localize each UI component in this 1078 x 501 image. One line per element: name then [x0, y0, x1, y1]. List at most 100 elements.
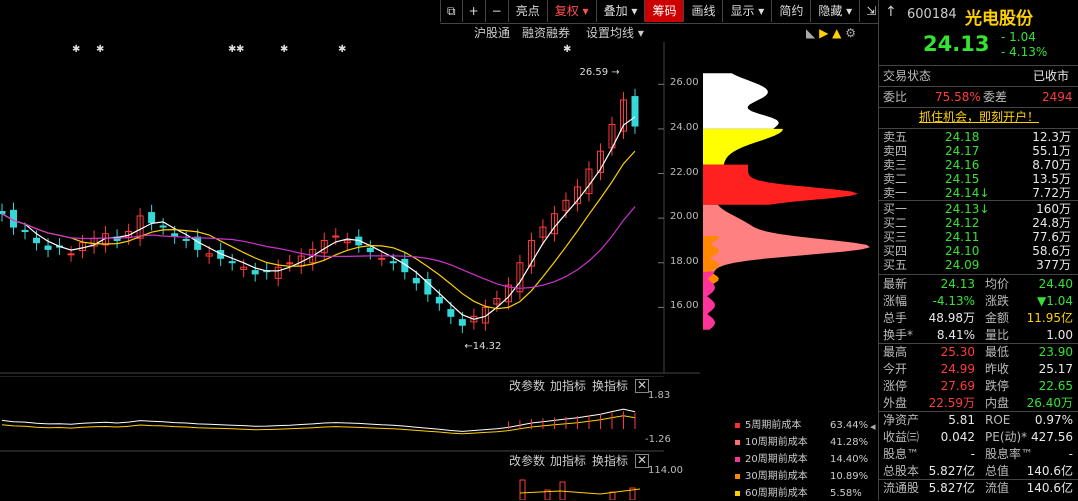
sell-level[interactable]: 卖五 24.18 12.3万 [879, 130, 1078, 144]
stat-row: 换手* 8.41% 量比 1.00 [879, 327, 1078, 344]
toolbar-chips-button[interactable]: 筹码 [644, 0, 684, 22]
stat-label: 昨收 [985, 362, 1010, 376]
chip-band-yellow [703, 128, 783, 165]
sell-level[interactable]: 卖一 24.14↓ 7.72万 [879, 186, 1078, 200]
order-level-label: 买三 [883, 230, 908, 244]
flag-icon[interactable]: ▶ [819, 26, 828, 40]
stat-value: 26.40万 [1026, 396, 1073, 410]
layers-icon[interactable]: ▲ [832, 26, 841, 40]
trade-status-label: 交易状态 [883, 69, 932, 83]
stat-value: 5.827亿 [928, 481, 975, 495]
stat-label: 股息率™ [985, 447, 1034, 461]
event-marker-icon: ✱ [236, 44, 244, 55]
sell-level[interactable]: 卖三 24.16 8.70万 [879, 158, 1078, 172]
stat-value: - [1068, 447, 1073, 461]
toolbar-simple-button[interactable]: 简约 [771, 0, 810, 22]
indicator2-add[interactable]: 加指标 [550, 452, 586, 470]
order-price: 24.16 [945, 158, 980, 172]
candle [573, 179, 581, 212]
toolbar-draw-button[interactable]: 画线 [683, 0, 722, 22]
stat-label: 量比 [985, 328, 1010, 342]
stat-row: 总股本 5.827亿 总值 140.6亿 [879, 463, 1078, 480]
price-tick-label: 16.00 [670, 300, 699, 312]
order-level-label: 买四 [883, 244, 908, 258]
stat-label: 今开 [883, 362, 908, 376]
indicator-chart[interactable] [0, 395, 664, 500]
candle [251, 262, 259, 282]
indicator1-add[interactable]: 加指标 [550, 377, 586, 395]
order-price: 24.09 [945, 258, 980, 272]
stat-label: 内盘 [985, 396, 1010, 410]
stat-value: 140.6亿 [1026, 481, 1073, 495]
hk-connect-link[interactable]: 沪股通 [474, 24, 510, 42]
chip-legend-item: 5周期前成本 63.44% [735, 419, 868, 433]
indicator1-switch[interactable]: 换指标 [592, 377, 628, 395]
stat-value: 0.042 [940, 430, 975, 444]
chip-band-pink [703, 204, 870, 272]
buy-level[interactable]: 买三 24.11 77.6万 [879, 230, 1078, 244]
volume-bar [519, 479, 526, 500]
buy-level[interactable]: 买五 24.09 377万 [879, 258, 1078, 272]
chip-tool-icons[interactable]: ◣ ▶ ▲ ⚙ [806, 24, 856, 42]
weicha-value: 2494 [1042, 90, 1073, 104]
stat-label: 总手 [883, 311, 908, 325]
indicator-line [1, 415, 636, 435]
minus-icon[interactable]: − [484, 0, 508, 22]
order-volume: 7.72万 [1032, 186, 1071, 200]
gear-icon[interactable]: ⚙ [845, 26, 856, 40]
toolbar-display-button[interactable]: 显示 ▾ [722, 0, 771, 22]
stat-row: 涨停 27.69 跌停 22.65 [879, 378, 1078, 395]
order-price: 24.10 [945, 244, 980, 258]
indicator2-switch[interactable]: 换指标 [592, 452, 628, 470]
sell-level[interactable]: 卖二 24.15 13.5万 [879, 172, 1078, 186]
candle [90, 230, 98, 254]
stat-label: 跌停 [985, 379, 1010, 393]
indicator2-edit-params[interactable]: 改参数 [509, 452, 545, 470]
indicator1-close-icon[interactable]: ✕ [635, 379, 649, 393]
order-level-label: 卖五 [883, 130, 908, 144]
copy-icon[interactable]: ⧉ [440, 0, 462, 22]
stat-value: 25.17 [1038, 362, 1073, 376]
back-arrow-icon[interactable]: ↑ [885, 4, 897, 20]
toolbar-adjust-button[interactable]: 复权 ▾ [546, 0, 596, 22]
candle [631, 88, 639, 134]
order-price: 24.18 [945, 130, 980, 144]
order-volume: 58.6万 [1032, 244, 1071, 258]
sell-level[interactable]: 卖四 24.17 55.1万 [879, 144, 1078, 158]
price-chart[interactable]: 26.59 →←14.32✱ ✱ ✱ ✱ ✱ ✱ ✱ [0, 42, 700, 377]
order-level-label: 买一 [883, 202, 908, 216]
quote-panel: ↑ 600184 光电股份 24.13 - 1.04 - 4.13% 交易状态 … [878, 0, 1078, 500]
stat-value: 11.95亿 [1026, 311, 1073, 325]
candle [159, 218, 167, 235]
order-price: 24.15 [945, 172, 980, 186]
stat-value: 5.81 [948, 413, 975, 427]
candle [516, 254, 524, 300]
stat-label: 流通股 [883, 481, 920, 495]
toolbar-overlay-button[interactable]: 叠加 ▾ [595, 0, 645, 22]
indicator1-edit-params[interactable]: 改参数 [509, 377, 545, 395]
arrow-icon[interactable]: ◣ [806, 26, 815, 40]
indicator2-close-icon[interactable]: ✕ [635, 454, 649, 468]
buy-level[interactable]: 买二 24.12 24.8万 [879, 216, 1078, 230]
stat-value: 22.65 [1038, 379, 1073, 393]
stat-row: 今开 24.99 昨收 25.17 [879, 361, 1078, 378]
toolbar-highlight-button[interactable]: 亮点 [507, 0, 547, 22]
buy-level[interactable]: 买四 24.10 58.6万 [879, 244, 1078, 258]
plus-icon[interactable]: + [461, 0, 485, 22]
collapse-panel-icon[interactable]: ◂ [870, 420, 876, 433]
order-price: 24.13↓ [945, 202, 990, 216]
ma-settings-link[interactable]: 设置均线 ▾ [586, 24, 644, 42]
moving-average-line [1, 116, 636, 320]
stat-row: 收益㈢ 0.042 PE(动)* 427.56 [879, 429, 1078, 446]
stat-value: 23.90 [1038, 345, 1073, 359]
stat-value: 427.56 [1031, 430, 1073, 444]
toolbar-hide-button[interactable]: 隐藏 ▾ [810, 0, 859, 22]
stat-value: 1.00 [1046, 328, 1073, 342]
buy-level[interactable]: 买一 24.13↓ 160万 [879, 202, 1078, 216]
stat-value: 8.41% [936, 328, 975, 342]
margin-trading-link[interactable]: 融资融券 [522, 24, 570, 42]
stat-label: 金额 [985, 311, 1010, 325]
chip-legend-item: 20周期前成本 14.40% [735, 453, 868, 467]
volume-bar [609, 491, 616, 500]
open-account-link[interactable]: 抓住机会，即刻开户！ [879, 109, 1078, 126]
